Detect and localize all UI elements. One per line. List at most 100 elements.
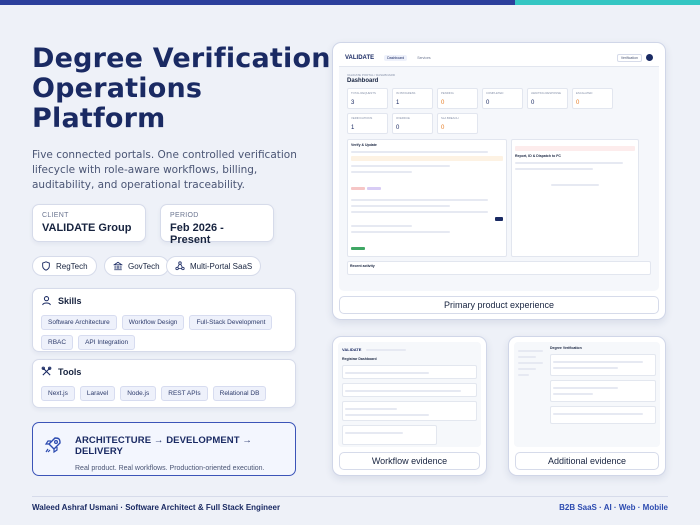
mock-stat: ESCALATED 0 (572, 88, 613, 109)
mock-stat: PENDING 0 (437, 88, 478, 109)
mock-chip (367, 187, 381, 190)
mock-avatar (646, 54, 653, 61)
mock-line (351, 225, 412, 227)
mock-line (515, 168, 593, 170)
mock-stat-value: 1 (396, 100, 400, 106)
tools-header: Tools (41, 366, 287, 377)
mock-line (518, 368, 537, 370)
mock-stat-value: 0 (441, 100, 445, 106)
skill-tag: API Integration (78, 335, 136, 350)
mock-bottom-title: Recent activity (350, 264, 375, 268)
mock-stats-row-1: TOTAL REQUESTS 3 IN PROGRESS 1 PENDING 0 CO… (339, 84, 659, 109)
mock-line (553, 387, 618, 389)
client-card: CLIENT VALIDATE Group (32, 204, 146, 242)
bank-icon (113, 261, 123, 271)
additional-screenshot: Degree Verification Additional evidence (508, 336, 666, 476)
mock-line (518, 350, 544, 352)
mock-line (345, 372, 429, 374)
architecture-subtitle: Real product. Real workflows. Production… (75, 465, 265, 472)
footer-divider (32, 496, 668, 497)
mock-stat-label: TOTAL REQUESTS (351, 91, 376, 95)
mock-stats-row-2: VERIFICATIONS 1 OVERDUE 0 SLA BREACH 0 (339, 109, 659, 134)
mock-block (342, 383, 477, 397)
rocket-icon (44, 437, 61, 454)
page-title: Degree Verification Operations Platform (32, 43, 331, 134)
pill-govtech: GovTech (104, 256, 169, 276)
mock-stat-label: SLA BREACH (441, 116, 459, 120)
mock-stat: IN PROGRESS 1 (392, 88, 433, 109)
skill-tag: Workflow Design (121, 315, 185, 330)
mock-panes: Verify & Update Report, ID & Dispatch to… (339, 134, 659, 257)
additional-mock-title: Degree Verification (550, 346, 582, 350)
workflow-mock-logo: VALIDATE (342, 347, 362, 352)
period-label: PERIOD (170, 212, 199, 219)
dashboard-mockup: VALIDATE Dashboard Services Verification… (339, 49, 659, 291)
tool-tag: REST APIs (161, 386, 208, 401)
mock-line (553, 367, 618, 369)
mock-line (366, 348, 407, 351)
top-accent-bar-teal (515, 0, 700, 5)
mock-block (342, 425, 437, 445)
mock-stat-value: 0 (441, 125, 445, 131)
mock-line (351, 171, 412, 173)
mock-stat-label: ESCALATED (576, 91, 593, 95)
workflow-caption: Workflow evidence (339, 452, 480, 470)
mock-stat-label: PENDING (441, 91, 454, 95)
mock-chip (351, 187, 365, 190)
mock-dash-header: VALIDATE PORTAL / DASHBOARD Dashboard (339, 67, 659, 84)
mock-line (553, 393, 593, 395)
mock-stat-label: VERIFICATIONS (351, 116, 373, 120)
mock-line (553, 361, 643, 363)
mock-line (553, 413, 643, 415)
mock-line (351, 231, 450, 233)
skills-card: Skills Software Architecture Workflow De… (32, 288, 296, 352)
mock-nav-button: Verification (616, 53, 642, 62)
footer-author: Waleed Ashraf Usmani · Software Architec… (32, 503, 281, 512)
mock-line (351, 165, 450, 167)
mock-line (345, 390, 462, 392)
skills-tags: Software Architecture Workflow Design Fu… (41, 315, 287, 350)
mock-chip (351, 247, 365, 250)
mock-stat-value: 1 (351, 125, 355, 131)
pill-label: GovTech (128, 261, 160, 271)
tool-tag: Next.js (41, 386, 75, 401)
mock-line (345, 414, 429, 416)
mock-line (518, 356, 537, 358)
mock-stat-value: 0 (486, 100, 490, 106)
skills-title: Skills (58, 295, 82, 306)
mock-line (351, 199, 488, 201)
mock-stat-label: AWAITING RESPONSE (531, 91, 561, 95)
mock-stat-value: 0 (396, 125, 400, 131)
mock-line (515, 162, 623, 164)
top-accent-bar (0, 0, 700, 5)
mock-line (351, 151, 488, 153)
mock-pane-title: Verify & Update (351, 143, 377, 147)
period-value: Feb 2026 - Present (170, 222, 224, 246)
mock-block (342, 401, 477, 421)
mock-pane-report: Report, ID & Dispatch to FC (511, 139, 639, 257)
mock-line (345, 432, 403, 434)
mock-stat: TOTAL REQUESTS 3 (347, 88, 388, 109)
workflow-mockup: VALIDATE Registrar Dashboard (338, 342, 481, 447)
mock-stat-label: OVERDUE (396, 116, 410, 120)
workflow-screenshot: VALIDATE Registrar Dashboard Workflow ev… (332, 336, 487, 476)
mock-line (518, 362, 544, 364)
pill-label: RegTech (56, 261, 88, 271)
mock-line (551, 184, 599, 186)
architecture-title: ARCHITECTURE → DEVELOPMENT → DELIVERY (75, 435, 252, 457)
pill-label: Multi-Portal SaaS (190, 261, 253, 271)
mock-logo: VALIDATE (345, 54, 375, 61)
mock-block (550, 354, 656, 376)
additional-mock-sidebar (518, 346, 546, 443)
mock-stat-value: 0 (531, 100, 535, 106)
mock-alert-strip (515, 146, 635, 151)
tools-title: Tools (58, 366, 82, 377)
workflow-mock-nav: VALIDATE (342, 346, 477, 353)
mock-stat: SLA BREACH 0 (437, 113, 478, 134)
mock-stat: AWAITING RESPONSE 0 (527, 88, 568, 109)
period-card: PERIOD Feb 2026 - Present (160, 204, 274, 246)
footer-tagline: B2B SaaS · AI · Web · Mobile (559, 503, 668, 512)
architecture-callout: ARCHITECTURE → DEVELOPMENT → DELIVERY Re… (32, 422, 296, 476)
client-value: VALIDATE Group (42, 222, 132, 234)
primary-caption: Primary product experience (339, 296, 659, 314)
